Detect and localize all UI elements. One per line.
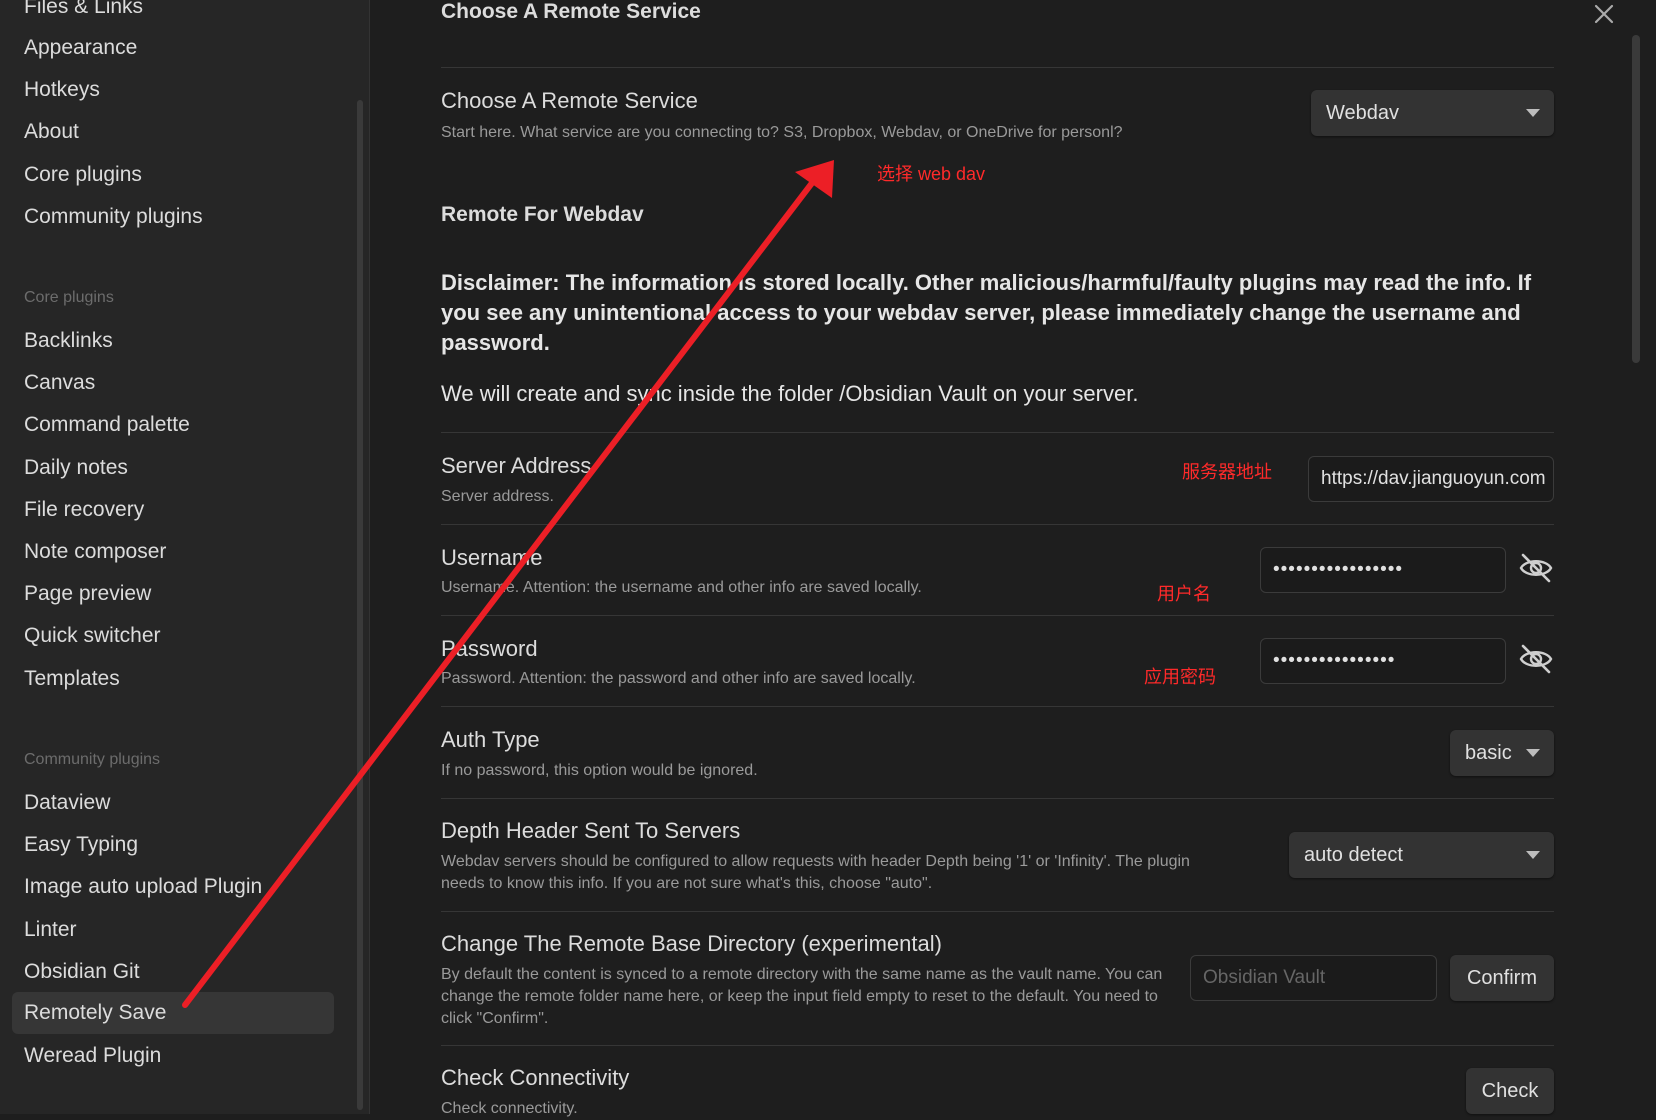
server-setting-title: Server Address: [441, 453, 592, 478]
depth-setting-desc: Webdav servers should be configured to a…: [441, 853, 1190, 892]
chevron-down-icon: [1526, 749, 1540, 757]
community-plugins-heading: Community plugins: [24, 751, 161, 768]
nav-remotely-save[interactable]: Remotely Save: [24, 999, 166, 1027]
settings-sidebar: Files & Links Appearance Hotkeys About C…: [0, 0, 370, 1114]
service-setting-desc: Start here. What service are you connect…: [441, 124, 1123, 141]
divider: [441, 706, 1554, 707]
nav-appearance[interactable]: Appearance: [24, 34, 137, 62]
username-setting-desc: Username. Attention: the username and ot…: [441, 579, 922, 596]
username-input[interactable]: •••••••••••••••••: [1260, 547, 1506, 593]
core-plugins-heading: Core plugins: [24, 289, 114, 306]
annotation-username: 用户名: [1157, 584, 1211, 604]
confirm-button[interactable]: Confirm: [1450, 955, 1554, 1001]
service-setting-title: Choose A Remote Service: [441, 88, 698, 113]
eye-off-icon[interactable]: [1518, 550, 1554, 586]
divider: [441, 524, 1554, 525]
disclaimer-text: Disclaimer: The information is stored lo…: [441, 270, 1532, 355]
nav-quick-switcher[interactable]: Quick switcher: [24, 622, 161, 650]
nav-note-composer[interactable]: Note composer: [24, 538, 166, 566]
content-scrollbar[interactable]: [1632, 35, 1640, 363]
basedir-setting-desc: By default the content is synced to a re…: [441, 966, 1163, 1027]
nav-file-recovery[interactable]: File recovery: [24, 496, 144, 524]
nav-weread-plugin[interactable]: Weread Plugin: [24, 1042, 161, 1070]
nav-canvas[interactable]: Canvas: [24, 369, 95, 397]
annotation-server-address: 服务器地址: [1182, 462, 1272, 482]
password-setting-title: Password: [441, 636, 538, 661]
nav-dataview[interactable]: Dataview: [24, 789, 110, 817]
auth-type-value: basic: [1465, 742, 1512, 764]
auth-setting-desc: If no password, this option would be ign…: [441, 762, 758, 779]
check-setting-title: Check Connectivity: [441, 1065, 630, 1090]
basedir-input[interactable]: Obsidian Vault: [1190, 955, 1437, 1001]
check-setting-desc: Check connectivity.: [441, 1100, 578, 1117]
nav-backlinks[interactable]: Backlinks: [24, 327, 113, 355]
annotation-choose-webdav: 选择 web dav: [877, 164, 986, 184]
nav-about[interactable]: About: [24, 118, 79, 146]
sidebar-scrollbar[interactable]: [357, 100, 363, 1110]
nav-image-auto-upload[interactable]: Image auto upload Plugin: [24, 873, 262, 901]
divider: [441, 911, 1554, 912]
nav-community-plugins[interactable]: Community plugins: [24, 203, 203, 231]
service-dropdown-value: Webdav: [1326, 102, 1400, 124]
chevron-down-icon: [1526, 851, 1540, 859]
nav-page-preview[interactable]: Page preview: [24, 580, 151, 608]
depth-dropdown[interactable]: auto detect: [1289, 832, 1554, 878]
password-input[interactable]: ••••••••••••••••: [1260, 638, 1506, 684]
nav-templates[interactable]: Templates: [24, 665, 120, 693]
chevron-down-icon: [1526, 109, 1540, 117]
nav-files-links[interactable]: Files & Links: [24, 0, 143, 21]
nav-easy-typing[interactable]: Easy Typing: [24, 831, 138, 859]
auth-type-dropdown[interactable]: basic: [1450, 730, 1554, 776]
divider: [441, 615, 1554, 616]
divider: [441, 67, 1554, 68]
nav-command-palette[interactable]: Command palette: [24, 411, 190, 439]
nav-daily-notes[interactable]: Daily notes: [24, 454, 128, 482]
divider: [441, 1045, 1554, 1046]
depth-setting-title: Depth Header Sent To Servers: [441, 818, 741, 843]
close-icon[interactable]: [1592, 2, 1616, 26]
nav-core-plugins[interactable]: Core plugins: [24, 161, 142, 189]
folder-note: We will create and sync inside the folde…: [441, 381, 1139, 406]
service-dropdown[interactable]: Webdav: [1311, 90, 1554, 136]
depth-dropdown-value: auto detect: [1304, 844, 1403, 866]
divider: [441, 432, 1554, 433]
server-setting-desc: Server address.: [441, 488, 554, 505]
divider: [441, 798, 1554, 799]
annotation-password: 应用密码: [1144, 667, 1216, 687]
server-address-input[interactable]: https://dav.jianguoyun.com: [1308, 456, 1554, 502]
nav-hotkeys[interactable]: Hotkeys: [24, 76, 100, 104]
eye-off-icon[interactable]: [1518, 641, 1554, 677]
username-setting-title: Username: [441, 545, 543, 570]
password-setting-desc: Password. Attention: the password and ot…: [441, 670, 916, 687]
nav-linter[interactable]: Linter: [24, 916, 77, 944]
basedir-setting-title: Change The Remote Base Directory (experi…: [441, 931, 942, 956]
nav-obsidian-git[interactable]: Obsidian Git: [24, 958, 140, 986]
remote-section-title: Remote For Webdav: [441, 203, 644, 226]
auth-setting-title: Auth Type: [441, 727, 540, 752]
top-heading: Choose A Remote Service: [441, 0, 701, 23]
check-button[interactable]: Check: [1466, 1068, 1554, 1114]
